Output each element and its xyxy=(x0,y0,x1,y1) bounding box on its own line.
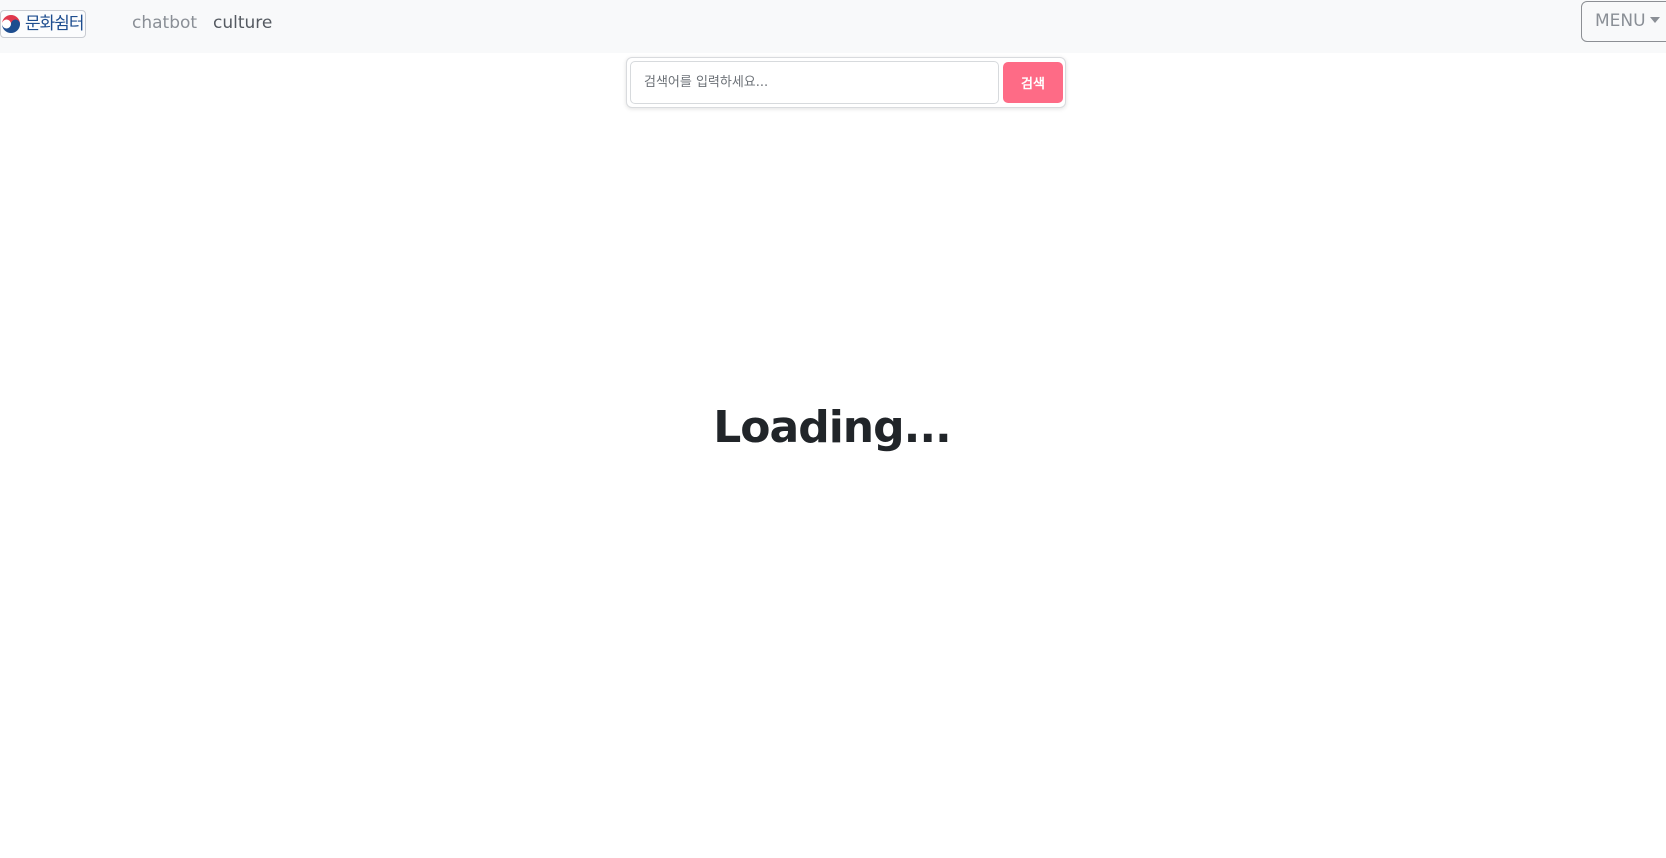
search-bar: 검색 xyxy=(626,57,1066,108)
logo-text: 문화쉼터 xyxy=(25,14,85,34)
caret-down-icon xyxy=(1649,16,1660,23)
taegeuk-emblem-icon xyxy=(2,15,20,33)
search-button[interactable]: 검색 xyxy=(1003,62,1063,103)
top-navbar: 문화쉼터 chatbot culture MENU xyxy=(0,0,1666,53)
loading-text: Loading... xyxy=(713,402,951,453)
menu-label: MENU xyxy=(1595,11,1646,31)
search-input[interactable] xyxy=(630,61,999,104)
brand-logo[interactable]: 문화쉼터 xyxy=(0,10,86,38)
loading-indicator: Loading... xyxy=(0,398,1666,458)
nav-link-chatbot[interactable]: chatbot xyxy=(132,11,197,35)
menu-dropdown-button[interactable]: MENU xyxy=(1581,1,1666,42)
nav-link-culture[interactable]: culture xyxy=(213,11,272,35)
